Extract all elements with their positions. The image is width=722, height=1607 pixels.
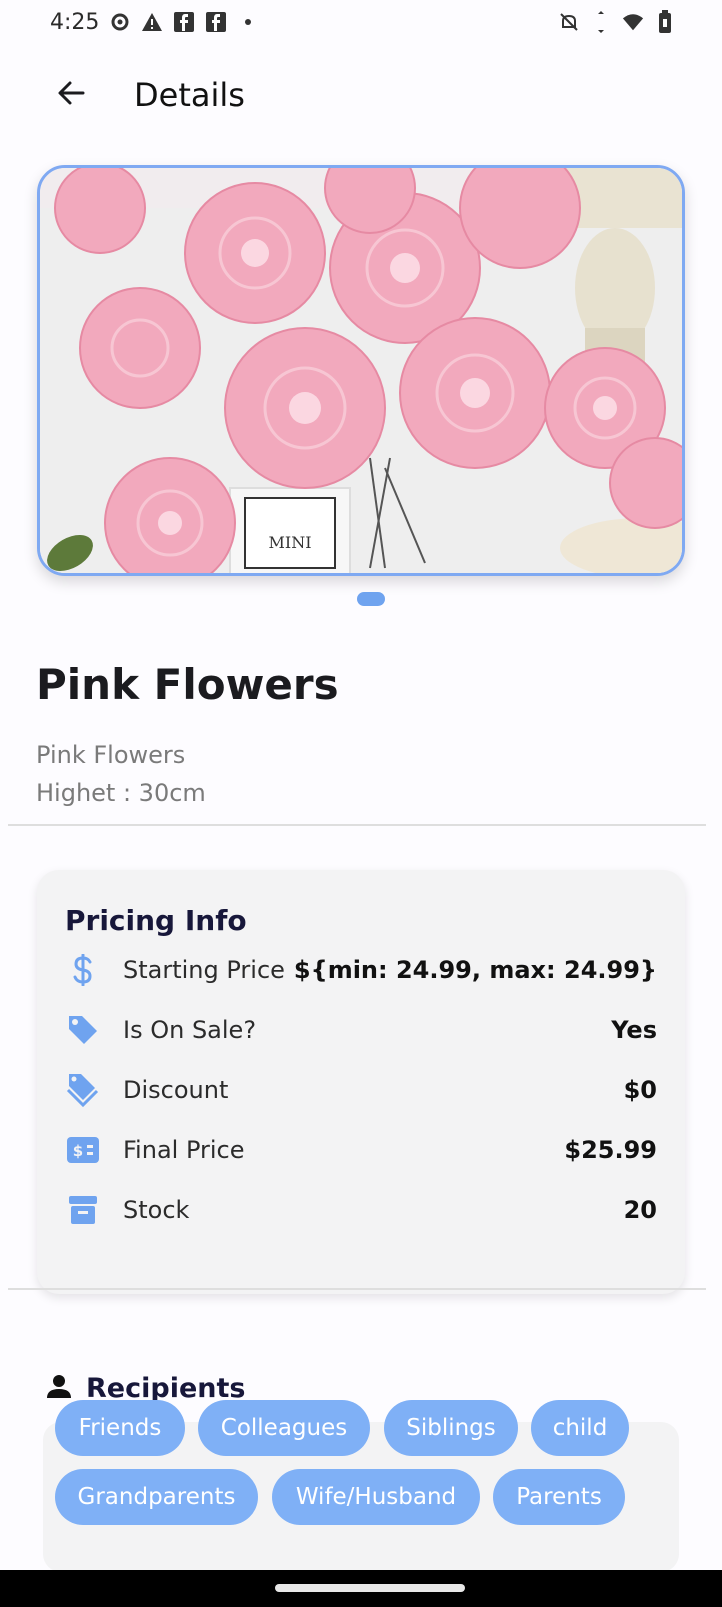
status-bar: 4:25 (0, 0, 722, 44)
recipients-title: Recipients (86, 1372, 246, 1404)
price-row-starting-price: Starting Price ${min: 24.99, max: 24.99} (65, 945, 657, 995)
product-image-carousel[interactable]: MINI (37, 165, 685, 576)
person-icon (46, 1373, 72, 1403)
settings-icon (109, 11, 131, 33)
back-button[interactable] (41, 65, 101, 125)
price-value: 20 (623, 1196, 657, 1224)
tag-icon (65, 1012, 101, 1048)
product-description-line: Pink Flowers (36, 741, 186, 769)
warning-icon (141, 11, 163, 33)
price-label: Is On Sale? (123, 1016, 257, 1044)
price-card-icon: $ (65, 1132, 101, 1168)
status-right (558, 10, 676, 33)
price-value: Yes (611, 1016, 657, 1044)
recipient-chip[interactable]: child (531, 1400, 629, 1456)
price-label: Final Price (123, 1136, 245, 1164)
product-height: Highet : 30cm (36, 779, 206, 807)
price-label: Discount (123, 1076, 229, 1104)
facebook-icon (173, 11, 195, 33)
facebook-icon (205, 11, 227, 33)
wifi-icon (622, 11, 644, 33)
divider (8, 1288, 706, 1290)
vase-label: MINI (268, 533, 311, 552)
product-description: Pink Flowers Highet : 30cm (36, 736, 206, 812)
home-gesture-handle[interactable] (275, 1584, 465, 1592)
system-navigation-bar (0, 1570, 722, 1607)
page-title: Details (134, 76, 245, 114)
price-row-is-on-sale: Is On Sale? Yes (65, 1005, 657, 1055)
bell-off-icon (558, 11, 580, 33)
data-arrows-icon (590, 11, 612, 33)
pricing-info-card: Pricing Info Starting Price ${min: 24.99… (37, 870, 685, 1294)
recipients-chip-group: Friends Colleagues Siblings child Grandp… (43, 1400, 679, 1572)
product-name: Pink Flowers (36, 660, 339, 709)
recipient-chip[interactable]: Parents (493, 1469, 625, 1525)
status-left: 4:25 (50, 10, 259, 35)
price-row-stock: Stock 20 (65, 1185, 657, 1235)
product-image: MINI (40, 168, 682, 573)
carousel-page-indicator[interactable] (357, 592, 385, 606)
price-value: $25.99 (564, 1136, 657, 1164)
recipient-chip[interactable]: Siblings (384, 1400, 518, 1456)
pricing-info-title: Pricing Info (65, 904, 247, 937)
discount-tags-icon (65, 1072, 101, 1108)
recipient-chip[interactable]: Friends (55, 1400, 185, 1456)
price-value: ${min: 24.99, max: 24.99} (293, 956, 657, 984)
price-row-discount: Discount $0 (65, 1065, 657, 1115)
recipient-chip[interactable]: Colleagues (198, 1400, 370, 1456)
status-time: 4:25 (50, 9, 100, 35)
battery-icon (654, 10, 676, 33)
recipient-chip[interactable]: Wife/Husband (272, 1469, 480, 1525)
archive-box-icon (65, 1192, 101, 1228)
app-bar: Details (0, 58, 722, 132)
price-value: $0 (623, 1076, 657, 1104)
arrow-left-icon (55, 77, 87, 113)
dot-icon (237, 11, 259, 33)
svg-text:$: $ (73, 1142, 83, 1160)
recipient-chip[interactable]: Grandparents (55, 1469, 258, 1525)
divider (8, 824, 706, 826)
price-label: Starting Price (123, 956, 285, 984)
price-row-final-price: $ Final Price $25.99 (65, 1125, 657, 1175)
dollar-icon (65, 952, 101, 988)
price-label: Stock (123, 1196, 190, 1224)
